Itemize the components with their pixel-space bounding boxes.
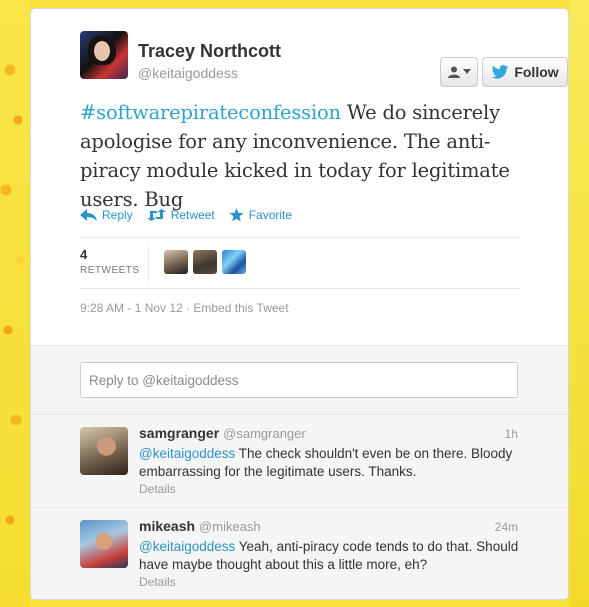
reply-box-area (31, 345, 568, 415)
author-name[interactable]: Tracey Northcott (138, 41, 281, 62)
tweet-actions: Reply Retweet Favorite (80, 208, 292, 222)
mention-link[interactable]: @keitaigoddess (139, 539, 235, 554)
retweet-action[interactable]: Retweet (146, 208, 215, 222)
reply-item[interactable]: mikeash @mikeash 24m @keitaigoddess Yeah,… (31, 508, 568, 599)
reply-action[interactable]: Reply (80, 208, 133, 222)
reply-icon (80, 209, 97, 221)
retweet-label: Retweet (170, 208, 215, 222)
hashtag-link[interactable]: #softwarepirateconfession (80, 101, 341, 124)
reply-author-name: mikeash (139, 518, 196, 534)
tweet-timestamp[interactable]: 9:28 AM - 1 Nov 12 · Embed this Tweet (80, 301, 289, 315)
tweet-header: Tracey Northcott @keitaigoddess Follow (80, 31, 568, 87)
retweeter-avatar[interactable] (193, 250, 217, 274)
reply-input[interactable] (80, 362, 518, 398)
retweeter-avatar[interactable] (164, 250, 188, 274)
retweet-count-label: RETWEETS (80, 265, 140, 276)
favorite-action[interactable]: Favorite (229, 208, 292, 222)
favorite-star-icon (229, 208, 244, 222)
reply-time[interactable]: 24m (495, 520, 518, 534)
follow-label: Follow (514, 64, 559, 80)
reply-author-name: samgranger (139, 425, 220, 441)
tweet-stats: 4 RETWEETS (80, 237, 520, 289)
background-right (569, 0, 589, 607)
caret-down-icon (462, 69, 471, 74)
reply-author[interactable]: samgranger @samgranger (139, 425, 306, 441)
tweet-text: #softwarepirateconfession We do sincerel… (80, 98, 520, 214)
retweeter-avatar[interactable] (222, 250, 246, 274)
author-avatar[interactable] (80, 31, 128, 79)
reply-avatar[interactable] (80, 427, 128, 475)
reply-label: Reply (102, 208, 133, 222)
retweet-icon (146, 209, 166, 221)
reply-author-handle: @samgranger (223, 426, 306, 441)
reply-text: @keitaigoddess The check shouldn't even … (139, 445, 519, 481)
reply-time[interactable]: 1h (505, 427, 518, 441)
reply-details-link[interactable]: Details (139, 575, 176, 589)
reply-item[interactable]: samgranger @samgranger 1h @keitaigoddess … (31, 415, 568, 508)
replies-list: samgranger @samgranger 1h @keitaigoddess … (31, 415, 568, 599)
reply-avatar[interactable] (80, 520, 128, 568)
author-handle[interactable]: @keitaigoddess (138, 65, 238, 81)
background-flowers (0, 0, 30, 607)
retweet-count[interactable]: 4 (80, 247, 87, 262)
reply-author[interactable]: mikeash @mikeash (139, 518, 261, 534)
tweet-card: Tracey Northcott @keitaigoddess Follow #… (30, 8, 569, 600)
stats-divider (148, 246, 149, 282)
user-actions-button[interactable] (440, 57, 478, 87)
favorite-label: Favorite (248, 208, 293, 222)
mention-link[interactable]: @keitaigoddess (139, 446, 235, 461)
reply-details-link[interactable]: Details (139, 482, 176, 496)
twitter-bird-icon (491, 65, 509, 79)
reply-author-handle: @mikeash (199, 519, 261, 534)
follow-button[interactable]: Follow (482, 57, 568, 87)
user-icon (447, 66, 460, 78)
reply-text: @keitaigoddess Yeah, anti-piracy code te… (139, 538, 519, 574)
avatar-face (94, 41, 110, 61)
